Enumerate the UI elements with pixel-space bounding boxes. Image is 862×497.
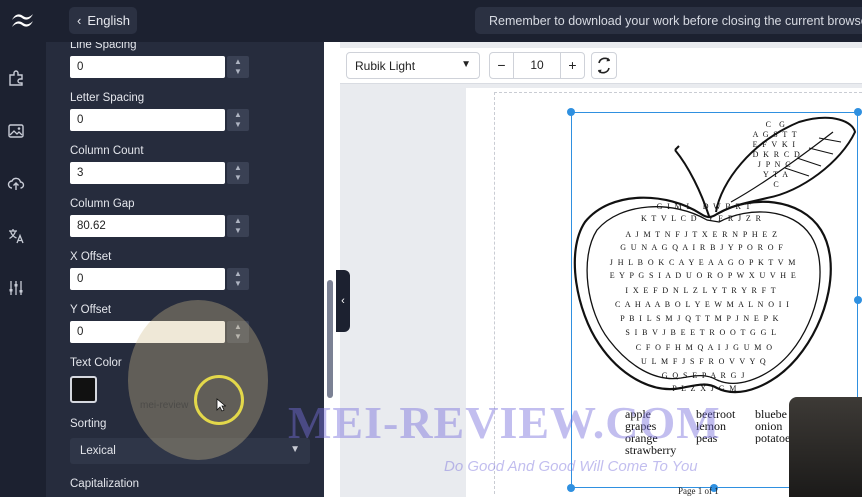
grid-row: C G (765, 120, 787, 129)
grid-row: A G S T T (752, 130, 799, 139)
text-color-swatch[interactable] (70, 376, 97, 403)
letter-spacing-input[interactable]: 0 (70, 109, 225, 131)
column-gap-label: Column Gap (70, 198, 135, 210)
column-gap-stepper[interactable]: ▲ ▼ (227, 215, 249, 237)
x-offset-input[interactable]: 0 (70, 268, 225, 290)
language-back-button[interactable]: ‹ English (69, 7, 137, 34)
watermark-avatar (128, 300, 268, 460)
watermark-tagline: Do Good And Good Will Come To You (444, 458, 698, 475)
word-search-grid: C GA G S T TE F V K ID K R C DJ P N CY T… (576, 116, 856, 396)
line-spacing-label: Line Spacing (70, 42, 137, 51)
x-offset-label: X Offset (70, 251, 112, 263)
caret-down-icon[interactable]: ▼ (233, 120, 243, 130)
image-icon[interactable] (7, 122, 25, 140)
grid-row: Y T A (763, 170, 790, 179)
caret-down-icon[interactable]: ▼ (233, 173, 243, 183)
font-family-select[interactable]: Rubik Light ▼ (346, 52, 480, 79)
panel-scrollbar-thumb[interactable] (327, 280, 333, 398)
column-count-stepper[interactable]: ▲ ▼ (227, 162, 249, 184)
sorting-label: Sorting (70, 418, 107, 430)
caret-down-icon[interactable]: ▼ (233, 226, 243, 236)
chevron-left-icon: ‹ (341, 295, 345, 307)
watermark-badge: mei-review (140, 400, 189, 411)
reminder-text: Remember to download your work before cl… (489, 13, 862, 28)
letter-spacing-label: Letter Spacing (70, 92, 145, 104)
watermark-title: MEI-REVIEW.COM (288, 397, 721, 448)
language-label: English (87, 13, 130, 28)
column-count-input[interactable]: 3 (70, 162, 225, 184)
caret-up-icon[interactable]: ▲ (233, 216, 243, 226)
webcam-overlay (789, 397, 862, 497)
logo-icon[interactable] (6, 8, 40, 34)
chevron-down-icon: ▼ (461, 59, 471, 70)
letter-spacing-stepper[interactable]: ▲ ▼ (227, 109, 249, 131)
download-reminder-banner: Remember to download your work before cl… (475, 7, 862, 34)
grid-row: E F V K I (752, 140, 797, 149)
chevron-left-icon: ‹ (77, 13, 82, 28)
font-size-control: − 10 + (489, 52, 585, 79)
line-spacing-input[interactable]: 0 (70, 56, 225, 78)
caret-up-icon[interactable]: ▲ (233, 110, 243, 120)
caret-up-icon[interactable]: ▲ (233, 269, 243, 279)
grid-row: K T V L C D Y E R J Z R (641, 214, 763, 223)
caret-up-icon[interactable]: ▲ (233, 57, 243, 67)
grid-row: G I M L D W B R T (656, 202, 752, 211)
sliders-icon[interactable] (7, 279, 25, 297)
font-family-value: Rubik Light (355, 58, 416, 73)
increase-font-size-button[interactable]: + (560, 53, 584, 78)
line-spacing-stepper[interactable]: ▲ ▼ (227, 56, 249, 78)
grid-row: P L Z X J G M (672, 384, 738, 393)
grid-row: J H L B O K C A Y E A A G O P K T V M (609, 258, 797, 267)
resize-handle[interactable] (854, 108, 862, 116)
refresh-button[interactable] (591, 52, 617, 79)
app-window: ‹ English Remember to download your work… (0, 0, 862, 497)
x-offset-stepper[interactable]: ▲ ▼ (227, 268, 249, 290)
y-offset-label: Y Offset (70, 304, 112, 316)
grid-row: P B I L S M J Q T T M P J N E P K (620, 314, 780, 323)
collapse-panel-button[interactable]: ‹ (336, 270, 350, 332)
grid-row: A J M T N F J T X E R N P H E Z (625, 230, 779, 239)
grid-row: I X E F D N L Z L Y T R Y R F T (625, 286, 778, 295)
grid-row: S I B V J B E E T R O O T G G L (625, 328, 778, 337)
translate-icon[interactable] (7, 227, 25, 245)
left-toolbar (0, 42, 46, 497)
column-gap-input[interactable]: 80.62 (70, 215, 225, 237)
page-number: Page 1 of 1 (678, 486, 719, 496)
grid-row: C (773, 180, 781, 189)
refresh-icon (597, 57, 611, 74)
resize-handle[interactable] (567, 108, 575, 116)
top-bar: ‹ English Remember to download your work… (0, 0, 862, 42)
caret-down-icon[interactable]: ▼ (233, 67, 243, 77)
caret-down-icon[interactable]: ▼ (233, 279, 243, 289)
grid-row: J P N C (757, 160, 792, 169)
sorting-value: Lexical (80, 445, 116, 457)
grid-row: C F O F H M Q A I J G U M O (635, 343, 774, 352)
column-count-label: Column Count (70, 145, 144, 157)
upload-cloud-icon[interactable] (7, 174, 25, 192)
font-size-value[interactable]: 10 (514, 53, 560, 78)
puzzle-icon[interactable] (7, 69, 25, 87)
grid-row: G Q S E P A R G J (661, 371, 746, 380)
caret-up-icon[interactable]: ▲ (233, 163, 243, 173)
grid-row: C A H A A B O L Y E W M A L N O I I (615, 300, 791, 309)
text-color-label: Text Color (70, 357, 122, 369)
grid-row: G U N A G Q A I R B J Y P O R O F (620, 243, 785, 252)
resize-handle[interactable] (567, 484, 575, 492)
capitalization-label: Capitalization (70, 478, 140, 490)
grid-row: D K R C D (752, 150, 802, 159)
grid-row: E Y P G S I A D U O R O P W X U V H E (609, 271, 798, 280)
grid-row: U L M F J S F R O V V Y Q (641, 357, 767, 366)
decrease-font-size-button[interactable]: − (490, 53, 514, 78)
mouse-pointer-icon (216, 398, 226, 412)
